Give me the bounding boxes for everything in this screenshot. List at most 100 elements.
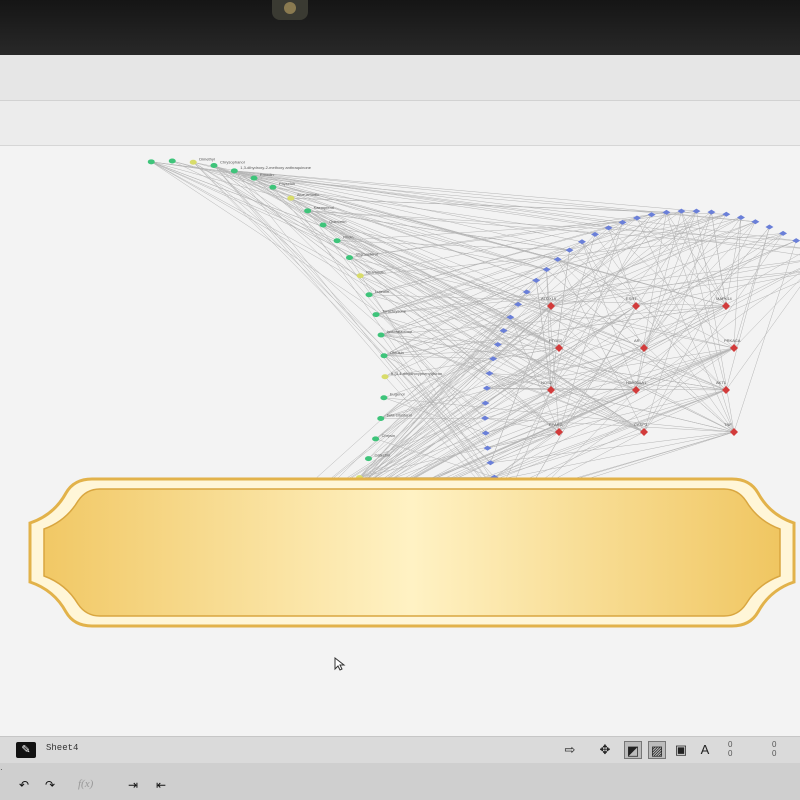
edge [213, 165, 735, 433]
compound-node [189, 159, 197, 165]
compound-label: Emodin [260, 172, 274, 177]
webcam [272, 0, 308, 20]
compound-node [380, 353, 388, 359]
compound-node [381, 374, 389, 380]
edge [381, 334, 560, 349]
compound-node [377, 332, 385, 338]
compound-label: Torachrysone [382, 309, 407, 314]
compound-label: beta-sitosterol [387, 412, 412, 417]
edge [383, 217, 638, 356]
edge [487, 431, 560, 449]
compound-label: Rhein [343, 235, 353, 240]
export-table-icon[interactable]: ⇤ [153, 777, 169, 793]
compound-label: Luteolin [375, 289, 389, 294]
edge [380, 217, 742, 419]
select-nodes-icon[interactable]: ◩ [624, 741, 642, 759]
target-node [792, 238, 800, 244]
counter-top-right: 0 [772, 740, 777, 749]
compound-node [364, 456, 372, 462]
hub-node [640, 428, 648, 436]
edge [733, 240, 797, 433]
target-node [722, 211, 731, 217]
gold-banner [22, 475, 800, 630]
edge [635, 226, 770, 391]
edge [213, 165, 495, 478]
edge [234, 170, 486, 419]
target-node [565, 247, 574, 253]
compound-label: Rhamnetin [366, 270, 385, 275]
edge [558, 212, 667, 349]
compound-node [365, 292, 373, 298]
formula-label: f(x) [78, 778, 94, 790]
compound-label: Eugenol [390, 392, 405, 397]
hub-label: ESR1 [626, 296, 637, 301]
counter-bottom-right: 0 [772, 749, 777, 758]
image-icon[interactable]: ▣ [672, 741, 690, 759]
target-node [532, 277, 541, 283]
compound-label: Dimethyl [199, 156, 215, 161]
edge [487, 389, 637, 449]
bottom-indicator: · [0, 765, 3, 774]
edge [322, 224, 498, 345]
compound-node [345, 255, 353, 261]
counter-bottom-left: 0 [728, 749, 733, 758]
hub-label: AKT1 [716, 380, 727, 385]
compound-node [230, 168, 238, 174]
compound-label: Kaempferol [314, 205, 335, 210]
edge [558, 222, 623, 349]
edge [643, 233, 784, 433]
move-icon[interactable]: ✥ [596, 741, 614, 759]
laptop-bezel [0, 0, 800, 60]
compound-node [372, 436, 380, 442]
compound-label: Aloe-emodin [297, 192, 319, 197]
compound-label: Obtusin [390, 350, 404, 355]
network-canvas[interactable]: Dimethyl Chrysophanol 1,3-dihydroxy-2-meth… [0, 146, 800, 736]
compound-label: 1,3-dihydroxy-2-methoxy anthraquinone [240, 165, 311, 170]
compound-node [250, 175, 258, 181]
hub-label: NOS2 [541, 380, 553, 385]
undo-icon[interactable]: ↶ [16, 777, 32, 793]
compound-label: Physcion [279, 181, 295, 186]
edge [550, 250, 570, 391]
hub-label: PRKACA [724, 338, 741, 343]
compound-node [333, 238, 341, 244]
edge [213, 165, 491, 463]
edge [484, 347, 735, 419]
select-edges-icon[interactable]: ▨ [648, 741, 666, 759]
hub-label: ALOX15 [541, 296, 557, 301]
export-icon[interactable]: ⇨ [561, 741, 579, 759]
sheet-tab[interactable]: Sheet4 [46, 743, 78, 753]
edge [643, 212, 712, 349]
edge [485, 347, 735, 434]
edge [381, 305, 727, 336]
edge [360, 214, 652, 276]
edge [213, 165, 560, 433]
edit-icon[interactable]: ✎ [16, 742, 36, 758]
hub-label: PPARG [549, 422, 563, 427]
compound-label: 6-(3,4-dihydroxyphenyl)furan [391, 371, 442, 376]
edge [193, 162, 583, 243]
import-icon[interactable]: ⇥ [125, 777, 141, 793]
compound-label: Quercetin [329, 219, 346, 224]
compound-node [147, 159, 155, 165]
edge [608, 227, 735, 349]
compound-node [168, 158, 176, 164]
edge [234, 170, 727, 391]
compound-node [304, 208, 312, 214]
text-tool-icon[interactable]: A [696, 741, 714, 759]
target-node [542, 267, 551, 273]
hub-label: AR [634, 338, 640, 343]
compound-node [269, 184, 277, 190]
edge [151, 161, 560, 433]
edge [490, 431, 735, 464]
edge [380, 214, 727, 336]
counters: 0 0 0 0 [728, 740, 776, 758]
edge [151, 161, 623, 223]
network-graph[interactable]: Dimethyl Chrysophanol1,3-dihydroxy-2-meth… [0, 146, 800, 736]
edge [151, 161, 547, 270]
compound-node [380, 395, 388, 401]
edge [193, 162, 488, 449]
redo-icon[interactable]: ↷ [42, 777, 58, 793]
compound-label: Chrysophanol [220, 160, 245, 165]
hub-label: PTGS2 [549, 338, 563, 343]
